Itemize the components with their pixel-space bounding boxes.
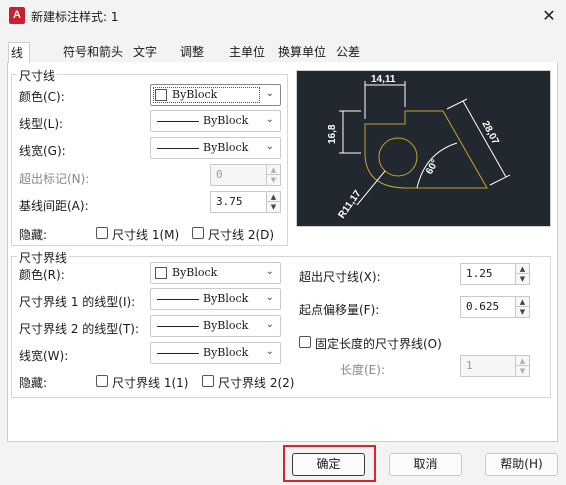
ext-lineweight-value: ByBlock	[203, 346, 249, 359]
tab-lines[interactable]: 线	[8, 42, 30, 63]
preview-dim-left-text: 16,8	[327, 124, 338, 144]
ext-linetype1-value: ByBlock	[203, 292, 249, 305]
preview-extension-line	[446, 98, 468, 110]
spin-up-icon[interactable]: ▲	[515, 264, 529, 274]
ext-linetype1-select[interactable]: ByBlock ⌄	[150, 288, 281, 310]
length-value: 1	[466, 359, 473, 372]
dim-linetype-value: ByBlock	[203, 114, 249, 127]
preview-canvas: 14,11 16,8 28,07 60° R11,17	[296, 70, 551, 227]
ext-linetype2-label: 尺寸界线 2 的线型(T):	[19, 322, 140, 336]
spin-up-icon[interactable]: ▲	[266, 165, 280, 175]
ext-lineweight-select[interactable]: ByBlock ⌄	[150, 342, 281, 364]
dim-linetype-select[interactable]: ByBlock ⌄	[150, 110, 281, 132]
chevron-down-icon: ⌄	[265, 114, 274, 125]
app-icon: A	[9, 7, 25, 24]
lineweight-sample	[157, 353, 199, 354]
window-title: 新建标注样式: 1	[31, 10, 119, 24]
extend-ticks-label: 超出标记(N):	[19, 172, 90, 186]
preview-dim-right-text: 28,07	[479, 119, 501, 147]
ext-lineweight-label: 线宽(W):	[19, 349, 69, 363]
suppress-ext-line-2-label[interactable]: 尺寸界线 2(2)	[218, 374, 294, 391]
tab-text[interactable]: 文字	[131, 42, 159, 62]
origin-offset-value: 0.625	[466, 300, 500, 313]
chevron-down-icon: ⌄	[265, 141, 274, 152]
tab-fit[interactable]: 调整	[178, 42, 206, 62]
dim-lines-group-title: 尺寸线	[17, 67, 58, 84]
spin-up-icon[interactable]: ▲	[515, 297, 529, 307]
chevron-down-icon: ⌄	[265, 88, 274, 99]
extend-beyond-value: 1.25	[466, 267, 493, 280]
spin-up-icon[interactable]: ▲	[515, 356, 529, 366]
baseline-spacing-value: 3.75	[216, 195, 243, 208]
color-swatch	[155, 267, 167, 279]
color-swatch	[155, 89, 167, 101]
suppress-dim-line-2-checkbox[interactable]	[192, 227, 204, 239]
chevron-down-icon: ⌄	[265, 292, 274, 303]
extend-beyond-spinner[interactable]: 1.25 ▲ ▼	[460, 263, 530, 285]
origin-offset-label: 起点偏移量(F):	[299, 303, 380, 317]
preview-drawing: 14,11 16,8 28,07 60° R11,17	[327, 74, 511, 221]
length-spinner[interactable]: 1 ▲ ▼	[460, 355, 530, 377]
ok-button[interactable]: 确定	[292, 453, 365, 476]
fixed-length-label[interactable]: 固定长度的尺寸界线(O)	[315, 335, 442, 352]
chevron-down-icon: ⌄	[265, 319, 274, 330]
spin-up-icon[interactable]: ▲	[266, 192, 280, 202]
linetype-sample	[157, 299, 199, 300]
fixed-length-checkbox[interactable]	[299, 336, 311, 348]
preview-shape	[364, 110, 488, 189]
extend-ticks-value: 0	[216, 168, 223, 181]
preview-dim-radius-text: R11,17	[336, 188, 363, 221]
tab-alternate-units[interactable]: 换算单位	[276, 42, 328, 62]
tab-symbols-arrows[interactable]: 符号和箭头	[61, 42, 125, 62]
preview-dim-angle-text: 60°	[424, 158, 441, 177]
origin-offset-spinner[interactable]: 0.625 ▲ ▼	[460, 296, 530, 318]
spin-down-icon[interactable]: ▼	[266, 202, 280, 212]
spin-down-icon[interactable]: ▼	[515, 366, 529, 376]
dim-suppress-label: 隐藏:	[19, 228, 48, 242]
dim-lineweight-label: 线宽(G):	[19, 144, 66, 158]
lineweight-sample	[157, 148, 199, 149]
dim-linetype-label: 线型(L):	[19, 117, 64, 131]
cancel-button[interactable]: 取消	[389, 453, 462, 476]
extend-ticks-spinner[interactable]: 0 ▲ ▼	[210, 164, 281, 186]
suppress-ext-line-1-checkbox[interactable]	[96, 375, 108, 387]
linetype-sample	[157, 121, 199, 122]
spin-down-icon[interactable]: ▼	[515, 274, 529, 284]
suppress-dim-line-1-label[interactable]: 尺寸线 1(M)	[112, 226, 179, 243]
suppress-dim-line-2-label[interactable]: 尺寸线 2(D)	[208, 226, 274, 243]
ext-suppress-label: 隐藏:	[19, 376, 48, 390]
preview-circle	[378, 137, 418, 177]
spin-down-icon[interactable]: ▼	[266, 175, 280, 185]
dim-color-value: ByBlock	[172, 88, 218, 101]
baseline-spacing-spinner[interactable]: 3.75 ▲ ▼	[210, 191, 281, 213]
chevron-down-icon: ⌄	[265, 266, 274, 277]
dim-color-label: 颜色(C):	[19, 90, 65, 104]
tab-tolerances[interactable]: 公差	[334, 42, 362, 62]
linetype-sample	[157, 326, 199, 327]
dim-color-select[interactable]: ByBlock ⌄	[150, 84, 281, 106]
length-label: 长度(E):	[340, 363, 385, 377]
help-button[interactable]: 帮助(H)	[485, 453, 558, 476]
ext-color-label: 颜色(R):	[19, 268, 65, 282]
suppress-dim-line-1-checkbox[interactable]	[96, 227, 108, 239]
close-icon[interactable]: ✕	[536, 4, 562, 28]
dim-lineweight-select[interactable]: ByBlock ⌄	[150, 137, 281, 159]
spin-down-icon[interactable]: ▼	[515, 307, 529, 317]
ext-color-value: ByBlock	[172, 266, 218, 279]
baseline-spacing-label: 基线间距(A):	[19, 199, 89, 213]
ext-linetype1-label: 尺寸界线 1 的线型(I):	[19, 295, 136, 309]
ext-linetype2-value: ByBlock	[203, 319, 249, 332]
dim-lineweight-value: ByBlock	[203, 141, 249, 154]
suppress-ext-line-1-label[interactable]: 尺寸界线 1(1)	[112, 374, 188, 391]
preview-radius-leader	[356, 170, 386, 206]
ext-lines-group-title: 尺寸界线	[17, 249, 70, 266]
tab-primary-units[interactable]: 主单位	[227, 42, 267, 62]
extend-beyond-label: 超出尺寸线(X):	[299, 270, 381, 284]
preview-dim-top-text: 14,11	[371, 74, 396, 85]
ext-color-select[interactable]: ByBlock ⌄	[150, 262, 281, 284]
preview-extension-line	[489, 174, 511, 186]
suppress-ext-line-2-checkbox[interactable]	[202, 375, 214, 387]
ext-linetype2-select[interactable]: ByBlock ⌄	[150, 315, 281, 337]
chevron-down-icon: ⌄	[265, 346, 274, 357]
